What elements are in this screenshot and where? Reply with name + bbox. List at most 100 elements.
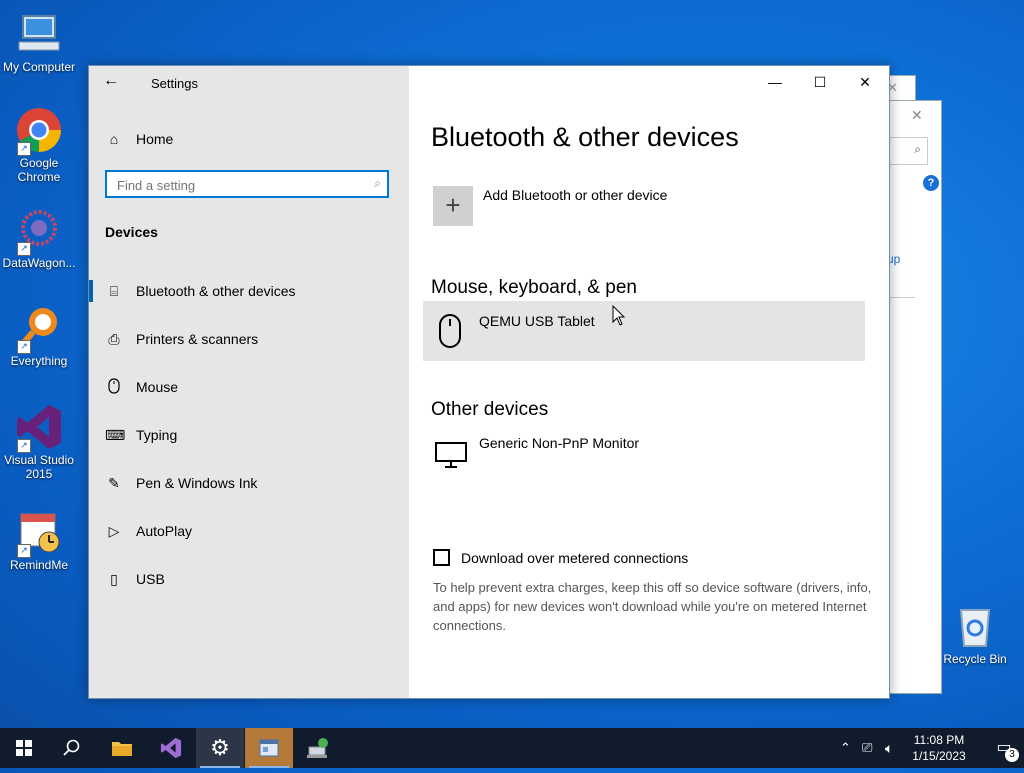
home-icon: ⌂ [109, 131, 119, 147]
desktop-icon-label: RemindMe [9, 558, 69, 572]
desktop-icon-label: Visual Studio 2015 [4, 453, 74, 481]
mouse-icon [105, 377, 123, 397]
metered-help-text: To help prevent extra charges, keep this… [433, 580, 872, 633]
recycle-bin-icon [951, 602, 999, 650]
network-computer-icon [307, 738, 328, 758]
desktop-icon-remindme[interactable]: ↗ RemindMe [0, 508, 78, 572]
tray-chevron-up-icon[interactable]: ⌃ [840, 728, 851, 768]
visual-studio-icon: ↗ [15, 403, 63, 453]
desktop-icon-label: Google Chrome [17, 156, 61, 184]
device-row-qemu-tablet[interactable]: QEMU USB Tablet [423, 301, 865, 361]
selection-indicator [89, 280, 93, 302]
nav-item-label: USB [136, 571, 165, 587]
clock-date: 1/15/2023 [912, 749, 966, 763]
desktop-icon-label: DataWagon... [2, 256, 76, 270]
taskbar-visual-studio[interactable] [147, 728, 195, 768]
metered-checkbox[interactable] [433, 549, 450, 566]
plus-icon: + [445, 190, 461, 220]
device-row-generic-monitor[interactable]: Generic Non-PnP Monitor [423, 423, 865, 483]
datawagon-icon: ↗ [15, 206, 63, 256]
network-icon[interactable]: ⎚ [862, 728, 872, 768]
desktop-icon-label: My Computer [2, 60, 76, 74]
action-center-button[interactable]: ▭ 3 [984, 728, 1024, 768]
windows-logo-icon [16, 740, 32, 756]
start-button[interactable] [0, 728, 48, 768]
page-title: Bluetooth & other devices [431, 122, 739, 152]
volume-icon[interactable]: 🔈︎ [885, 728, 893, 768]
settings-nav-pane: ← Settings ⌂ Home ⌕ Devices ⌸ Bluetooth … [89, 66, 409, 698]
window-title: Settings [151, 76, 198, 91]
nav-item-label: Typing [136, 427, 178, 443]
add-device-button[interactable]: + [433, 186, 473, 226]
desktop-icon-recycle-bin[interactable]: Recycle Bin [936, 602, 1014, 666]
shortcut-arrow-icon: ↗ [17, 242, 31, 256]
nav-item-autoplay[interactable]: ▷ AutoPlay [89, 509, 409, 553]
other-devices-heading: Other devices [431, 399, 549, 420]
nav-item-typing[interactable]: ⌨ Typing [89, 413, 409, 457]
nav-home[interactable]: ⌂ Home [89, 117, 409, 161]
desktop-icon-my-computer[interactable]: My Computer [0, 10, 78, 74]
desktop-icon-everything[interactable]: ↗ Everything [0, 304, 78, 368]
desktop-icon-datawagon[interactable]: ↗ DataWagon... [0, 206, 78, 270]
desktop-icon-visual-studio[interactable]: ↗ Visual Studio 2015 [0, 403, 78, 481]
taskbar-settings[interactable]: ⚙ [196, 728, 244, 768]
shortcut-arrow-icon: ↗ [17, 544, 31, 558]
nav-item-label: Bluetooth & other devices [136, 283, 296, 299]
taskbar-file-explorer[interactable] [98, 728, 146, 768]
help-icon[interactable]: ? [923, 175, 939, 191]
desktop-icon-label: Everything [10, 354, 68, 368]
chrome-icon: ↗ [15, 106, 63, 156]
mouse-icon [435, 313, 465, 349]
nav-item-printers[interactable]: ⎙ Printers & scanners [89, 317, 409, 361]
desktop-icon-label: Recycle Bin [943, 652, 1007, 666]
nav-item-bluetooth[interactable]: ⌸ Bluetooth & other devices [89, 269, 409, 313]
pen-icon: ✎ [108, 474, 120, 491]
computer-icon [15, 10, 63, 58]
nav-home-label: Home [136, 131, 174, 147]
taskbar-app-window[interactable] [245, 728, 293, 768]
settings-content: Bluetooth & other devices + Add Bluetoot… [409, 66, 889, 698]
nav-item-mouse[interactable]: Mouse [89, 365, 409, 409]
monitor-icon [435, 435, 467, 471]
nav-item-label: AutoPlay [136, 523, 193, 539]
printer-icon: ⎙ [108, 330, 120, 347]
nav-item-label: Pen & Windows Ink [136, 475, 258, 491]
mouse-section-heading: Mouse, keyboard, & pen [431, 277, 637, 298]
window-app-icon [259, 739, 279, 757]
search-icon: ⌕ [914, 142, 921, 156]
taskbar-network-app[interactable] [294, 728, 342, 768]
metered-checkbox-label[interactable]: Download over metered connections [461, 550, 688, 566]
search-button[interactable] [48, 728, 96, 768]
autoplay-icon: ▷ [108, 522, 120, 539]
notification-count-badge: 3 [1005, 748, 1019, 762]
search-input[interactable] [115, 172, 359, 198]
bluetooth-devices-icon: ⌸ [109, 282, 119, 299]
add-device-label[interactable]: Add Bluetooth or other device [483, 187, 667, 203]
shortcut-arrow-icon: ↗ [17, 142, 31, 156]
nav-item-pen[interactable]: ✎ Pen & Windows Ink [89, 461, 409, 505]
nav-item-label: Printers & scanners [136, 331, 259, 347]
gear-icon: ⚙ [210, 735, 230, 760]
visual-studio-icon [160, 737, 182, 759]
mouse-cursor-icon [612, 304, 626, 332]
usb-icon: ▯ [110, 570, 118, 587]
calendar-clock-icon: ↗ [15, 508, 63, 558]
taskbar: ⚙ ⌃ ⎚ 🔈︎ 11:08 PM 1/15/2023 ▭ 3 [0, 728, 1024, 768]
close-icon[interactable]: ✕ [911, 107, 923, 124]
shortcut-arrow-icon: ↗ [17, 340, 31, 354]
nav-item-usb[interactable]: ▯ USB [89, 557, 409, 601]
settings-window: ← Settings ⌂ Home ⌕ Devices ⌸ Bluetooth … [88, 65, 890, 699]
everything-search-icon: ↗ [15, 304, 63, 354]
nav-item-label: Mouse [136, 379, 179, 395]
shortcut-arrow-icon: ↗ [17, 439, 31, 453]
folder-icon [112, 742, 132, 756]
keyboard-icon: ⌨ [105, 426, 126, 443]
search-icon: ⌕ [374, 176, 381, 190]
nav-section-heading: Devices [105, 224, 158, 240]
device-name: Generic Non-PnP Monitor [479, 435, 640, 451]
search-box[interactable]: ⌕ [105, 170, 389, 198]
desktop-icon-google-chrome[interactable]: ↗ Google Chrome [0, 106, 78, 184]
back-arrow-icon[interactable]: ← [103, 72, 123, 92]
search-icon [63, 739, 80, 756]
clock[interactable]: 11:08 PM 1/15/2023 [904, 732, 974, 764]
